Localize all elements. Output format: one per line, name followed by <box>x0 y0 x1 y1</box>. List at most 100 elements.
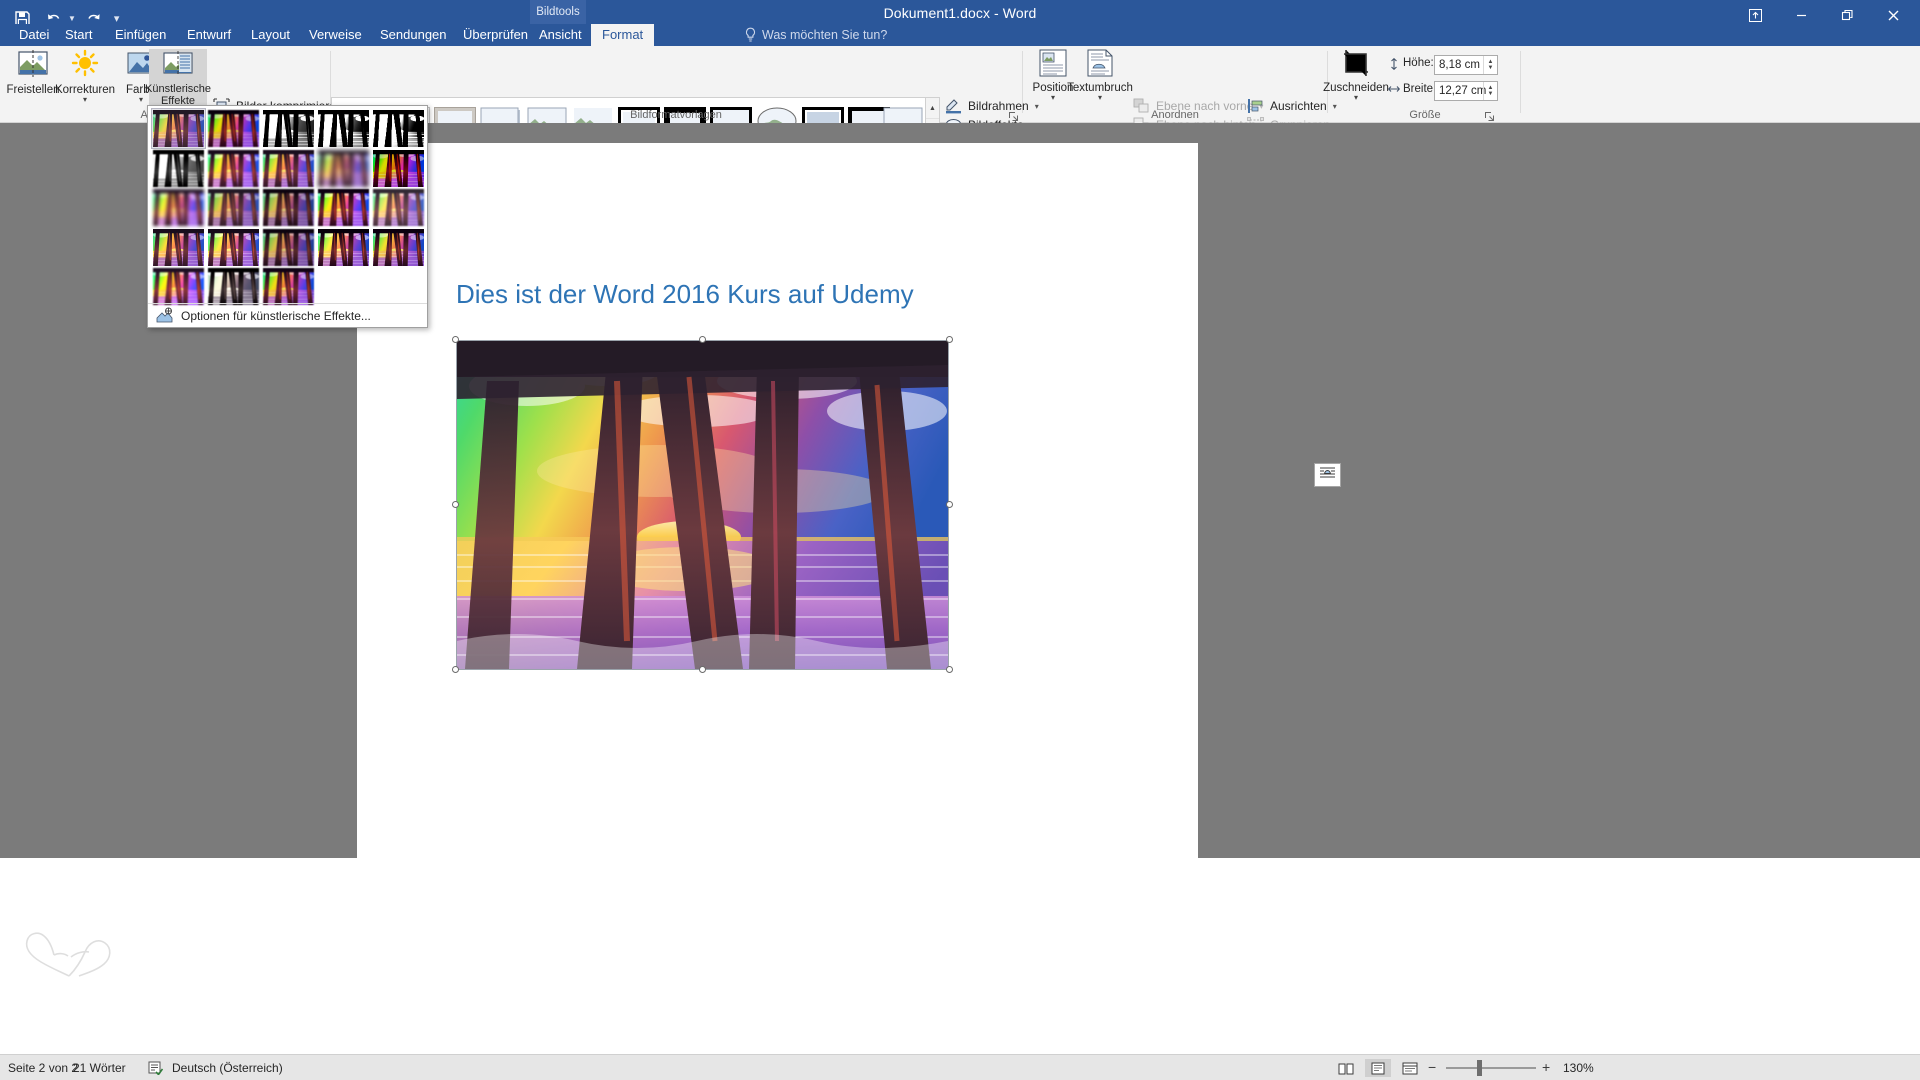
selection-handle-n[interactable] <box>699 336 706 343</box>
artistic-effect-thumb[interactable] <box>262 109 315 148</box>
artistic-effect-preview-icon <box>373 149 424 187</box>
tab-einfuegen[interactable]: Einfügen <box>104 24 177 46</box>
proofing-icon[interactable] <box>148 1061 164 1078</box>
color-dropdown-icon[interactable]: ▾ <box>139 96 143 104</box>
crop-dropdown-icon[interactable]: ▾ <box>1354 94 1358 102</box>
artistic-effect-thumb[interactable] <box>317 188 370 227</box>
web-layout-button[interactable] <box>1397 1059 1423 1077</box>
selection-handle-se[interactable] <box>946 666 953 673</box>
artistic-effect-thumb[interactable] <box>152 228 205 267</box>
width-value: 12,27 cm <box>1439 85 1487 97</box>
artistic-effects-label: Künstlerische Effekte <box>145 83 212 107</box>
selection-handle-nw[interactable] <box>452 336 459 343</box>
artistic-effect-thumb[interactable] <box>372 188 425 227</box>
corrections-button[interactable]: Korrekturen ▾ <box>54 49 116 117</box>
selection-handle-e[interactable] <box>946 501 953 508</box>
artistic-effect-preview-icon <box>263 110 314 147</box>
artistic-effect-preview-icon <box>373 110 424 147</box>
tab-layout[interactable]: Layout <box>240 24 301 46</box>
zoom-slider-thumb[interactable] <box>1477 1060 1482 1076</box>
height-spinner[interactable]: ▲ ▼ <box>1483 56 1497 74</box>
artistic-effect-thumb[interactable] <box>372 109 425 148</box>
artistic-effect-thumb[interactable] <box>207 188 260 227</box>
group-separator <box>1520 51 1521 113</box>
artistic-effect-thumb[interactable] <box>262 188 315 227</box>
group-label-bildformatvorlagen: Bildformatvorlagen <box>630 109 722 121</box>
position-dropdown-icon[interactable]: ▾ <box>1051 94 1055 102</box>
size-dialog-launcher[interactable] <box>1484 109 1495 122</box>
artistic-effect-thumb[interactable] <box>317 149 370 188</box>
height-label: Höhe: <box>1403 57 1434 69</box>
tab-format[interactable]: Format <box>591 24 655 46</box>
zoom-out-button[interactable]: − <box>1428 1059 1436 1076</box>
artistic-effect-thumb[interactable] <box>372 228 425 267</box>
read-mode-button[interactable] <box>1333 1059 1359 1077</box>
artistic-effect-preview-icon <box>318 228 369 266</box>
artistic-effect-thumb[interactable] <box>151 108 206 149</box>
tab-sendungen[interactable]: Sendungen <box>369 24 458 46</box>
document-page[interactable]: Dies ist der Word 2016 Kurs auf Udemy <box>357 143 1341 878</box>
artistic-effect-thumb[interactable] <box>152 149 205 188</box>
zoom-in-button[interactable]: + <box>1542 1059 1550 1076</box>
artistic-effect-thumb[interactable] <box>207 109 260 148</box>
zoom-level[interactable]: 130% <box>1563 1061 1594 1075</box>
artistic-effect-thumb[interactable] <box>317 228 370 267</box>
selected-picture[interactable] <box>456 340 949 670</box>
artistic-effects-dropdown[interactable]: Optionen für künstlerische Effekte... <box>147 105 428 328</box>
artistic-effect-thumb[interactable] <box>372 149 425 188</box>
artistic-effect-thumb[interactable] <box>262 149 315 188</box>
selection-handle-sw[interactable] <box>452 666 459 673</box>
artistic-effect-preview-icon <box>208 228 259 266</box>
wrap-text-dropdown-icon[interactable]: ▾ <box>1098 94 1102 102</box>
word-count[interactable]: 21 Wörter <box>73 1061 126 1075</box>
tab-verweise[interactable]: Verweise <box>298 24 373 46</box>
picture-styles-dialog-launcher[interactable] <box>1008 109 1019 122</box>
document-heading[interactable]: Dies ist der Word 2016 Kurs auf Udemy <box>456 279 914 310</box>
artistic-effect-thumb[interactable] <box>207 267 260 306</box>
artistic-effect-preview-icon <box>318 149 369 187</box>
tab-ueberpruefen[interactable]: Überprüfen <box>452 24 539 46</box>
artistic-effect-thumb[interactable] <box>152 267 205 306</box>
artistic-effect-preview-icon <box>208 189 259 226</box>
wrap-text-button[interactable]: Textumbruch ▾ <box>1065 49 1135 117</box>
page-indicator[interactable]: Seite 2 von 2 <box>8 1061 78 1075</box>
crop-icon <box>1341 49 1371 80</box>
artistic-effect-thumb[interactable] <box>152 188 205 227</box>
artistic-effect-thumb[interactable] <box>262 228 315 267</box>
artistic-effect-preview-icon <box>153 189 204 226</box>
selection-handle-ne[interactable] <box>946 336 953 343</box>
wrap-text-icon <box>1085 49 1115 80</box>
artistic-effect-preview-icon <box>318 110 369 147</box>
tab-entwurf[interactable]: Entwurf <box>176 24 242 46</box>
pier-sunset-image <box>457 341 948 669</box>
artistic-effect-thumb[interactable] <box>207 149 260 188</box>
corrections-dropdown-icon[interactable]: ▾ <box>83 96 87 104</box>
tab-ansicht[interactable]: Ansicht <box>528 24 593 46</box>
artistic-effects-options-icon <box>155 307 175 325</box>
artistic-effect-preview-icon <box>153 228 204 266</box>
tell-me-box[interactable]: Was möchten Sie tun? <box>740 24 887 46</box>
selection-handle-w[interactable] <box>452 501 459 508</box>
artistic-effect-preview-icon <box>263 189 314 226</box>
crop-button[interactable]: Zuschneiden ▾ <box>1323 49 1389 117</box>
height-field[interactable]: 8,18 cm ▲ ▼ <box>1434 55 1498 75</box>
artistic-effect-preview-icon <box>263 149 314 187</box>
tab-start[interactable]: Start <box>54 24 103 46</box>
artistic-effects-options-item[interactable]: Optionen für künstlerische Effekte... <box>148 303 427 327</box>
artistic-effect-preview-icon <box>153 268 204 305</box>
zoom-slider-track[interactable] <box>1446 1067 1536 1069</box>
width-spinner[interactable]: ▲ ▼ <box>1483 82 1497 100</box>
artistic-effect-thumb[interactable] <box>317 109 370 148</box>
print-layout-button[interactable] <box>1365 1059 1391 1077</box>
artistic-effect-preview-icon <box>153 149 204 187</box>
artistic-effect-thumb[interactable] <box>262 267 315 306</box>
layout-options-button[interactable] <box>1314 463 1341 487</box>
width-field[interactable]: 12,27 cm ▲ ▼ <box>1434 81 1498 101</box>
selection-handle-s[interactable] <box>699 666 706 673</box>
tab-datei[interactable]: Datei <box>8 24 60 46</box>
artistic-effects-icon <box>161 49 195 82</box>
remove-background-icon <box>16 49 50 82</box>
artistic-effect-thumb[interactable] <box>207 228 260 267</box>
language-indicator[interactable]: Deutsch (Österreich) <box>172 1061 283 1075</box>
artistic-effect-preview-icon <box>208 149 259 187</box>
